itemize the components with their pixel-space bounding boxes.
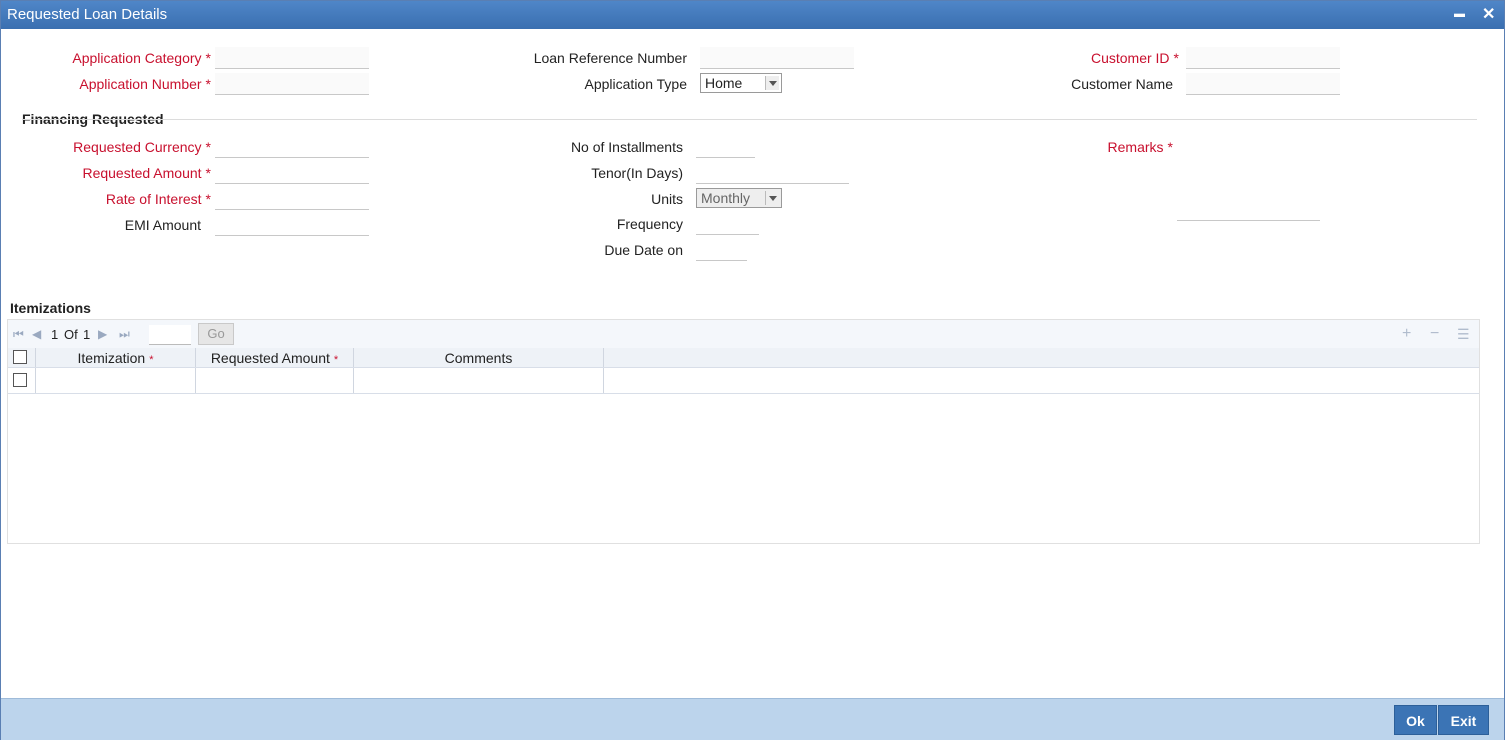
- delete-row-icon[interactable]: −: [1430, 325, 1439, 343]
- emi-amount-label: EMI Amount: [124, 217, 201, 233]
- table-row: [8, 368, 1479, 394]
- customer-id-input[interactable]: [1186, 47, 1340, 69]
- tenor-label: Tenor(In Days): [591, 165, 683, 181]
- due-date-input[interactable]: [696, 239, 747, 261]
- chevron-down-icon: [765, 76, 779, 90]
- single-view-icon[interactable]: ☰: [1457, 326, 1470, 343]
- footer-bar: Ok Exit: [1, 698, 1504, 740]
- page-number-input[interactable]: [149, 325, 191, 345]
- minimize-icon[interactable]: ▬: [1454, 8, 1465, 20]
- column-itemization[interactable]: Itemization *: [36, 348, 196, 367]
- requested-amount-cell[interactable]: [196, 368, 354, 393]
- rate-of-interest-input[interactable]: [215, 188, 369, 210]
- column-requested-amount[interactable]: Requested Amount *: [196, 348, 354, 367]
- itemizations-title: Itemizations: [10, 300, 91, 316]
- title-bar: Requested Loan Details ▬ ✕: [1, 1, 1504, 29]
- application-type-select[interactable]: Home: [700, 73, 782, 93]
- loan-reference-label: Loan Reference Number: [533, 50, 687, 66]
- requested-amount-input[interactable]: [215, 162, 369, 184]
- application-type-label: Application Type: [584, 76, 687, 92]
- remarks-label: Remarks *: [1107, 139, 1173, 155]
- itemizations-grid: ⏮ ◀ 1 Of 1 ▶ ⏭ Go + − ☰ Itemization * Req…: [7, 319, 1480, 544]
- requested-loan-details-window: Requested Loan Details ▬ ✕ Application C…: [0, 0, 1505, 740]
- requested-currency-input[interactable]: [215, 136, 369, 158]
- exit-button[interactable]: Exit: [1438, 705, 1489, 735]
- rate-of-interest-label: Rate of Interest *: [105, 191, 211, 207]
- requested-currency-label: Requested Currency *: [73, 139, 211, 155]
- row-select-cell: [8, 368, 36, 393]
- units-label: Units: [651, 191, 683, 207]
- last-page-icon[interactable]: ⏭: [119, 327, 130, 342]
- comments-cell[interactable]: [354, 368, 604, 393]
- window-title: Requested Loan Details: [7, 6, 168, 23]
- section-divider: [22, 119, 1477, 120]
- application-type-value: Home: [705, 75, 743, 91]
- units-select[interactable]: Monthly: [696, 188, 782, 208]
- next-page-icon[interactable]: ▶: [98, 327, 107, 341]
- total-pages: 1: [83, 327, 91, 342]
- ok-button[interactable]: Ok: [1394, 705, 1437, 735]
- requested-amount-label: Requested Amount *: [82, 165, 211, 181]
- header-select-cell: [8, 348, 36, 367]
- application-number-input[interactable]: [215, 73, 369, 95]
- previous-page-icon[interactable]: ◀: [32, 327, 41, 341]
- first-page-icon[interactable]: ⏮: [13, 327, 24, 342]
- application-category-label: Application Category *: [72, 50, 211, 66]
- close-icon[interactable]: ✕: [1482, 4, 1495, 24]
- tenor-input[interactable]: [696, 162, 849, 184]
- customer-name-label: Customer Name: [1071, 76, 1173, 92]
- application-number-label: Application Number *: [79, 76, 211, 92]
- customer-id-label: Customer ID *: [1090, 50, 1179, 66]
- go-button[interactable]: Go: [198, 323, 234, 345]
- current-page: 1: [51, 327, 59, 342]
- application-category-input[interactable]: [215, 47, 369, 69]
- add-row-icon[interactable]: +: [1402, 325, 1411, 343]
- select-all-checkbox[interactable]: [13, 350, 27, 364]
- frequency-label: Frequency: [616, 216, 683, 232]
- of-label: Of: [64, 327, 78, 342]
- column-comments[interactable]: Comments: [354, 348, 604, 367]
- emi-amount-input[interactable]: [215, 214, 369, 236]
- grid-pager: ⏮ ◀ 1 Of 1 ▶ ⏭ Go + − ☰: [8, 320, 1479, 348]
- row-checkbox[interactable]: [13, 373, 27, 387]
- customer-name-input[interactable]: [1186, 73, 1340, 95]
- grid-header: Itemization * Requested Amount * Comments: [8, 348, 1479, 368]
- units-value: Monthly: [701, 190, 751, 206]
- chevron-down-icon: [765, 191, 779, 205]
- no-of-installments-label: No of Installments: [570, 139, 683, 155]
- loan-reference-input[interactable]: [700, 47, 854, 69]
- itemization-cell[interactable]: [36, 368, 196, 393]
- remarks-input[interactable]: [1177, 199, 1320, 221]
- frequency-input[interactable]: [696, 213, 759, 235]
- due-date-label: Due Date on: [604, 242, 683, 258]
- no-of-installments-input[interactable]: [696, 136, 755, 158]
